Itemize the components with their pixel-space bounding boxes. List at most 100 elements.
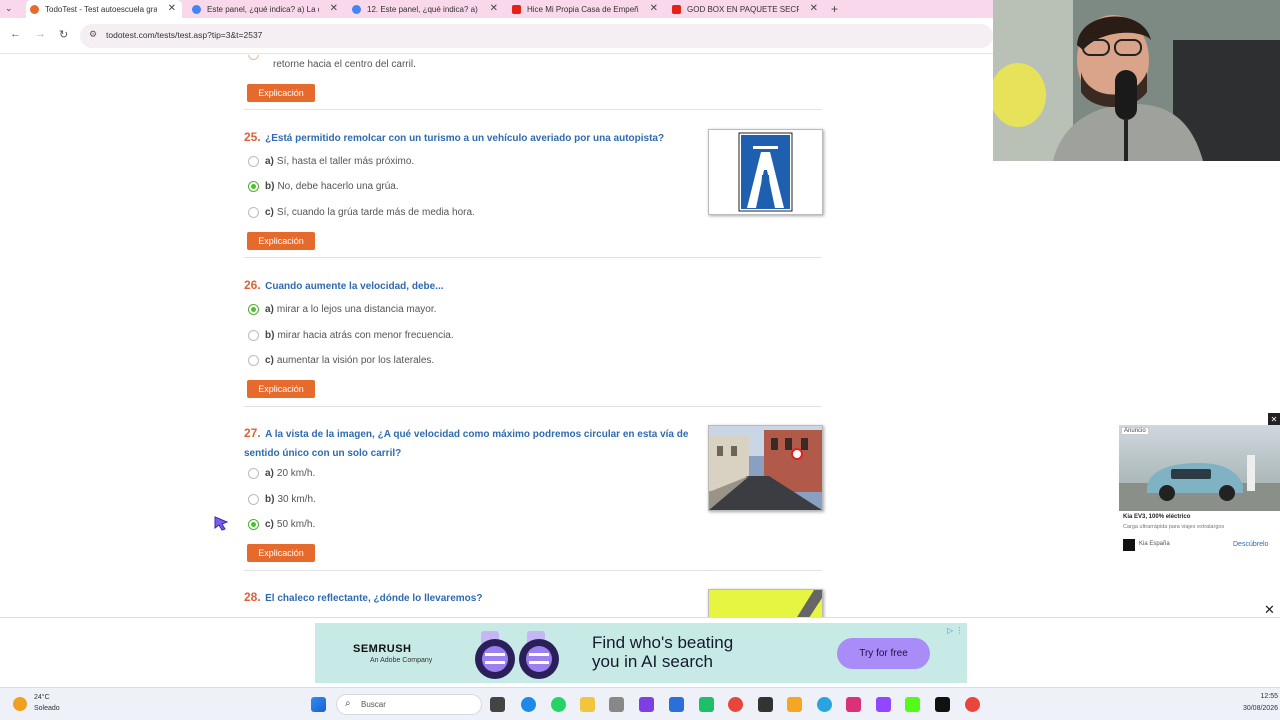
store-icon[interactable] <box>669 697 684 712</box>
side-ad[interactable]: Anuncio Kia EV3, 100% eléctrico Carga ul… <box>1119 425 1280 555</box>
close-icon[interactable]: ✕ <box>810 3 818 14</box>
forward-arrow-icon[interactable]: → <box>35 28 46 40</box>
divider <box>244 257 822 258</box>
weather-desc: Soleado <box>34 705 60 712</box>
navigation-bar: ← → ↻ ⚙ todotest.com/tests/test.asp?tip=… <box>0 18 993 54</box>
radio-button-selected[interactable] <box>248 304 259 315</box>
radio-button[interactable] <box>248 207 259 218</box>
search-placeholder: Buscar <box>361 700 386 709</box>
tab-list-icon[interactable]: ⌄ <box>5 3 13 14</box>
reload-icon[interactable]: ↻ <box>59 28 68 41</box>
adchoices-icon[interactable]: ▷ ⋮ <box>947 626 963 635</box>
google-icon <box>192 4 201 14</box>
motorway-sign-image[interactable] <box>708 129 823 215</box>
close-icon[interactable]: ✕ <box>330 3 338 14</box>
option-c[interactable]: c) 50 km/h. <box>248 519 315 530</box>
radio-button[interactable] <box>248 156 259 167</box>
clock-time: 12:55 <box>1260 693 1278 700</box>
try-for-free-button[interactable]: Try for free <box>837 638 930 669</box>
question-27: 27. A la vista de la imagen, ¿A qué velo… <box>244 424 699 462</box>
question-text: El chaleco reflectante, ¿dónde lo llevar… <box>265 593 483 604</box>
ad-banner[interactable]: SEMRUSH An Adobe Company Find who's beat… <box>315 623 967 683</box>
edge-icon[interactable] <box>521 697 536 712</box>
cursor-pointer-icon <box>213 515 231 531</box>
question-number: 25. <box>244 130 261 144</box>
close-icon[interactable]: ✕ <box>168 3 176 14</box>
car-ad-image: Anuncio <box>1119 425 1280 511</box>
tab-bar: ⌄ TodoTest - Test autoescuela gra ✕ Este… <box>0 0 993 18</box>
option-b[interactable]: b) 30 km/h. <box>248 494 316 505</box>
question-25: 25. ¿Está permitido remolcar con un turi… <box>244 128 704 146</box>
kia-logo-icon <box>1123 539 1135 551</box>
explanation-button[interactable]: Explicación <box>247 232 315 250</box>
tab-google-2[interactable]: 12. Este panel, ¿qué indica? a) E ✕ <box>348 0 504 18</box>
option-a[interactable]: a) mirar a lo lejos una distancia mayor. <box>248 304 436 315</box>
chrome-icon[interactable] <box>728 697 743 712</box>
video-editor-icon[interactable] <box>639 697 654 712</box>
instagram-icon[interactable] <box>846 697 861 712</box>
media-icon[interactable] <box>758 697 773 712</box>
explanation-button[interactable]: Explicación <box>247 84 315 102</box>
ad-cta-link[interactable]: Descúbrelo <box>1233 541 1268 548</box>
sun-weather-icon[interactable] <box>13 697 27 711</box>
divider <box>244 109 822 110</box>
app-icon[interactable] <box>609 697 624 712</box>
option-b[interactable]: b) No, debe hacerlo una grúa. <box>248 181 399 192</box>
new-tab-button[interactable]: + <box>831 2 838 16</box>
radio-button[interactable] <box>248 355 259 366</box>
task-view-icon[interactable] <box>490 697 505 712</box>
ad-advertiser: Kia España <box>1139 541 1170 547</box>
radio-button[interactable] <box>248 468 259 479</box>
radio-button[interactable] <box>248 494 259 505</box>
question-28: 28. El chaleco reflectante, ¿dónde lo ll… <box>244 588 704 606</box>
rtve-icon[interactable] <box>787 697 802 712</box>
weather-temp: 24°C <box>34 694 50 701</box>
youtube-icon <box>672 4 681 14</box>
address-bar[interactable]: ⚙ todotest.com/tests/test.asp?tip=3&t=25… <box>80 24 993 48</box>
tab-todotest[interactable]: TodoTest - Test autoescuela gra ✕ <box>26 0 182 18</box>
explanation-button[interactable]: Explicación <box>247 544 315 562</box>
divider <box>244 570 822 571</box>
question-text: Cuando aumente la velocidad, debe... <box>265 281 444 292</box>
option-b[interactable]: b) mirar hacia atrás con menor frecuencia… <box>248 330 454 341</box>
clock-date: 30/08/2026 <box>1242 705 1278 712</box>
close-ad-icon[interactable]: ✕ <box>1264 602 1275 618</box>
close-icon[interactable]: ✕ <box>650 3 658 14</box>
ad-headline: Find who's beating you in AI search <box>592 633 734 671</box>
option-c[interactable]: c) aumentar la visión por los laterales. <box>248 355 434 366</box>
twitch-icon[interactable] <box>876 697 891 712</box>
close-icon[interactable]: ✕ <box>1268 413 1280 425</box>
tiktok-icon[interactable] <box>935 697 950 712</box>
question-26: 26. Cuando aumente la velocidad, debe... <box>244 276 704 294</box>
search-icon: ⌕ <box>345 698 351 709</box>
option-c[interactable]: c) Sí, cuando la grúa tarde más de media … <box>248 207 475 218</box>
radio-button-selected[interactable] <box>248 519 259 530</box>
tab-youtube-1[interactable]: Hice Mi Propia Casa de Empeñ ✕ <box>508 0 664 18</box>
taskbar-search-input[interactable]: ⌕ Buscar <box>336 694 482 715</box>
chrome-profile-icon[interactable] <box>965 697 980 712</box>
option-a[interactable]: a) Sí, hasta el taller más próximo. <box>248 156 414 167</box>
tab-google-1[interactable]: Este panel, ¿qué indica? a) La d ✕ <box>188 0 344 18</box>
kick-icon[interactable] <box>905 697 920 712</box>
telegram-icon[interactable] <box>817 697 832 712</box>
question-text-line-1: A la vista de la imagen, ¿A qué velocida… <box>265 429 689 440</box>
todotest-icon <box>30 4 39 14</box>
option-a[interactable]: a) 20 km/h. <box>248 468 315 479</box>
explanation-button[interactable]: Explicación <box>247 380 315 398</box>
question-number: 26. <box>244 278 261 292</box>
windows-start-icon[interactable] <box>311 697 326 712</box>
back-arrow-icon[interactable]: ← <box>10 28 21 40</box>
street-photo-image[interactable] <box>708 425 823 511</box>
close-icon[interactable]: ✕ <box>490 3 498 14</box>
question-text-line-2: sentido único con un solo carril? <box>244 448 402 459</box>
radio-button[interactable] <box>248 55 259 60</box>
site-info-icon[interactable]: ⚙ <box>89 29 97 40</box>
tab-youtube-2[interactable]: GOD BOX EN PAQUETE SECRET ✕ <box>668 0 824 18</box>
radio-button-selected[interactable] <box>248 181 259 192</box>
reflective-vest-image[interactable] <box>708 589 823 617</box>
whatsapp-icon[interactable] <box>551 697 566 712</box>
file-explorer-icon[interactable] <box>580 697 595 712</box>
chat-app-icon[interactable] <box>699 697 714 712</box>
binoculars-icon <box>471 627 563 681</box>
radio-button[interactable] <box>248 330 259 341</box>
